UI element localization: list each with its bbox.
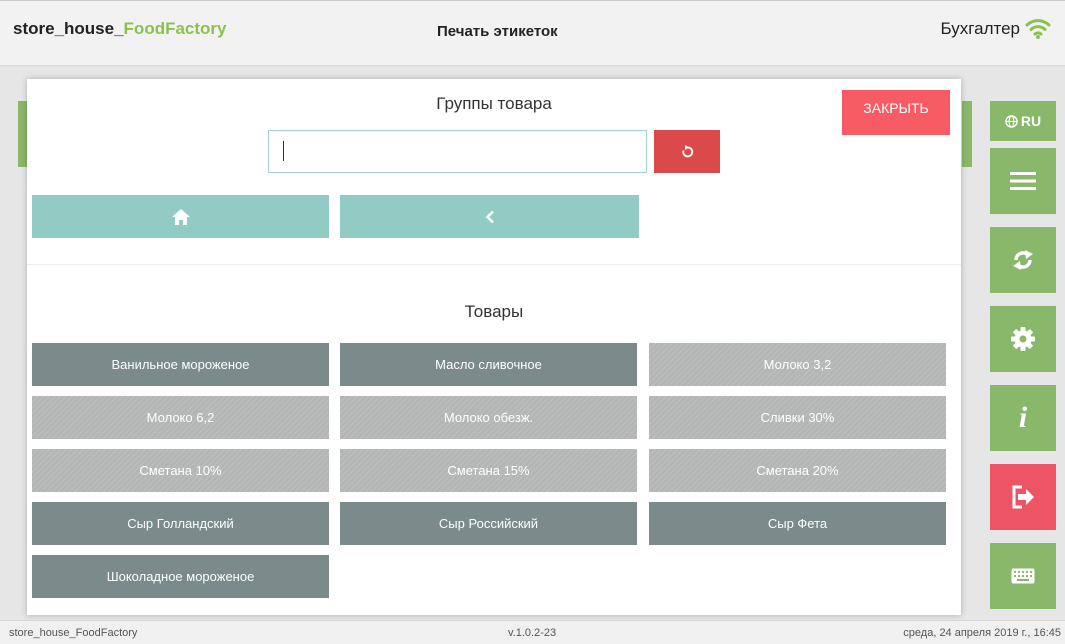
logout-icon [1012, 485, 1034, 509]
text-cursor [283, 141, 284, 161]
product-label: Сметана 15% [447, 463, 530, 478]
product-label: Шоколадное мороженое [106, 569, 255, 584]
groups-title: Группы товара [436, 94, 552, 113]
close-button[interactable]: ЗАКРЫТЬ [842, 90, 950, 135]
wifi-icon [1025, 19, 1051, 39]
logout-button[interactable] [990, 464, 1056, 530]
product-label: Молоко 6,2 [146, 410, 215, 425]
product-item[interactable]: Молоко 6,2 [32, 396, 329, 439]
footer-datetime: среда, 24 апреля 2019 г., 16:45 [903, 627, 1061, 639]
info-icon: i [1018, 401, 1028, 434]
product-label: Молоко 3,2 [763, 357, 832, 372]
right-sidebar: RU i [990, 101, 1056, 622]
language-label: RU [1020, 113, 1042, 129]
gear-icon [1011, 327, 1035, 351]
product-label: Сыр Российский [438, 516, 539, 531]
product-item[interactable]: Молоко обезж. [340, 396, 637, 439]
product-item[interactable]: Сыр Фета [649, 502, 946, 545]
footer-app-name: store_house_FoodFactory [9, 627, 138, 639]
user-role: Бухгалтер [940, 19, 1021, 38]
product-item[interactable]: Молоко 3,2 [649, 343, 946, 386]
product-label: Масло сливочное [435, 357, 542, 372]
app-title: store_house_FoodFactory [13, 19, 227, 39]
product-item[interactable]: Шоколадное мороженое [32, 555, 329, 598]
divider [27, 264, 961, 265]
settings-button[interactable] [990, 306, 1056, 372]
keyboard-button[interactable] [990, 543, 1056, 609]
menu-button[interactable] [990, 148, 1056, 214]
sync-button[interactable] [990, 227, 1056, 293]
product-label: Молоко обезж. [443, 410, 534, 425]
product-item[interactable]: Сметана 15% [340, 449, 637, 492]
info-button[interactable]: i [990, 385, 1056, 451]
product-item[interactable]: Ванильное мороженое [32, 343, 329, 386]
product-groups-dialog: Группы товара ЗАКРЫТЬ Товары Ванильное м… [27, 79, 961, 615]
sync-icon [1013, 250, 1033, 270]
product-label: Сыр Фета [767, 516, 828, 531]
product-item[interactable]: Масло сливочное [340, 343, 637, 386]
product-item[interactable]: Сыр Российский [340, 502, 637, 545]
product-label: Ванильное мороженое [111, 357, 250, 372]
menu-icon [1010, 172, 1036, 190]
status-bar: store_house_FoodFactory v.1.0.2-23 среда… [0, 620, 1065, 644]
product-label: Сыр Голландский [127, 516, 234, 531]
product-item[interactable]: Сливки 30% [649, 396, 946, 439]
products-title: Товары [464, 302, 524, 321]
product-item[interactable]: Сметана 10% [32, 449, 329, 492]
keyboard-icon [1011, 568, 1035, 584]
reset-search-button[interactable] [654, 130, 720, 173]
back-button[interactable] [340, 195, 639, 238]
app-title-prefix: store_house_ [13, 19, 124, 38]
background-panel-right [962, 101, 972, 167]
footer-version: v.1.0.2-23 [508, 627, 557, 639]
product-item[interactable]: Сметана 20% [649, 449, 946, 492]
language-button[interactable]: RU [990, 101, 1056, 141]
home-icon [171, 208, 190, 225]
chevron-left-icon [485, 210, 494, 223]
app-header: store_house_FoodFactory Печать этикеток … [0, 0, 1065, 66]
home-button[interactable] [32, 195, 329, 238]
product-label: Сметана 20% [756, 463, 839, 478]
globe-icon [1005, 114, 1018, 128]
page-title: Печать этикеток [437, 23, 558, 40]
product-label: Сметана 10% [139, 463, 222, 478]
refresh-icon [682, 144, 694, 157]
product-label: Сливки 30% [760, 410, 835, 425]
product-item[interactable]: Сыр Голландский [32, 502, 329, 545]
app-title-brand: FoodFactory [123, 19, 227, 38]
search-input[interactable] [268, 130, 647, 173]
